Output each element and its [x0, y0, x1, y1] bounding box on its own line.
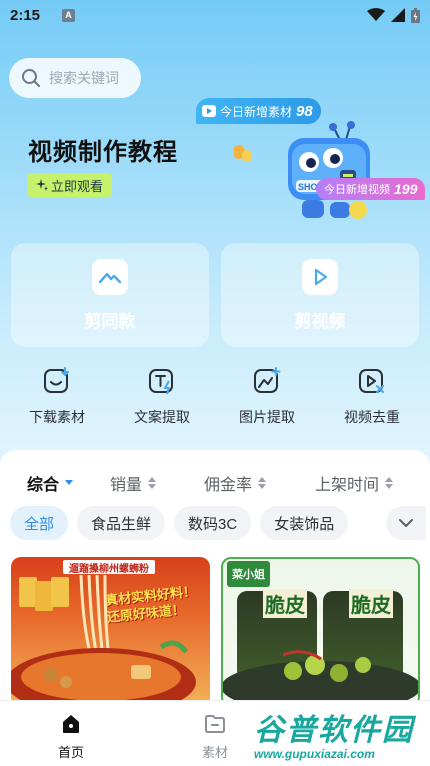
materials-label: 今日新增素材: [220, 104, 293, 119]
tool-label: 下载素材: [29, 409, 85, 425]
notification-icon: A: [62, 8, 76, 22]
text-extract-icon: [149, 369, 173, 395]
chip-all[interactable]: 全部: [10, 506, 69, 540]
sort-label: 销量: [110, 477, 143, 494]
sort-updown-icon: [148, 477, 157, 489]
status-bar: 2:15 A: [0, 0, 430, 30]
product-image-noodles: [11, 574, 196, 707]
video-badge-icon: [202, 105, 216, 117]
search-bar[interactable]: [9, 58, 141, 98]
tool-video-dedupe[interactable]: 视频去重: [327, 367, 417, 427]
robot-mascot-illustration: SHOW: [234, 121, 370, 219]
sort-updown-icon: [258, 477, 267, 489]
watermark-url: www.gupuxiazai.com: [254, 747, 375, 761]
status-time: 2:15: [10, 6, 41, 24]
folder-icon: [205, 715, 225, 733]
battery-icon: [411, 7, 420, 23]
mountain-icon: [92, 258, 128, 295]
chip-food-fresh[interactable]: 食品生鲜: [77, 506, 166, 540]
sort-label: 上架时间: [315, 477, 380, 494]
product-card-noodles[interactable]: 遛蹓搡柳州螺蛳粉 真材实料好料！还原好味道！: [11, 557, 210, 707]
chip-digital-3c[interactable]: 数码3C: [174, 506, 252, 540]
image-extract-icon: [254, 367, 281, 393]
wifi-icon: [367, 8, 385, 21]
tool-text-extract[interactable]: 文案提取: [117, 367, 207, 427]
product-label-left: 脆皮: [263, 589, 307, 618]
sort-label: 综合: [27, 477, 60, 494]
videos-label: 今日新增视频: [324, 184, 390, 196]
home-icon: [63, 715, 79, 733]
tool-label: 视频去重: [344, 409, 400, 425]
nav-home[interactable]: 首页: [36, 713, 106, 761]
nav-label: 素材: [201, 745, 228, 760]
tool-label: 文案提取: [134, 409, 190, 425]
nav-materials[interactable]: 素材: [180, 713, 250, 761]
chip-womens-accessories[interactable]: 女装饰品: [260, 506, 349, 540]
category-chips: 全部 食品生鲜 数码3C 女装饰品: [10, 506, 349, 540]
videos-count: 199: [394, 181, 418, 197]
search-icon: [22, 69, 40, 87]
videos-count-tag: 今日新增视频 199: [316, 178, 426, 200]
watch-now-label: 立即观看: [51, 178, 104, 194]
sort-commission-rate[interactable]: 佣金率: [204, 468, 267, 498]
nav-label: 首页: [57, 745, 84, 760]
watch-now-button[interactable]: 立即观看: [27, 173, 113, 197]
sort-comprehensive[interactable]: 综合: [27, 468, 74, 498]
sort-label: 佣金率: [204, 477, 253, 494]
search-input[interactable]: [49, 70, 133, 86]
expand-categories-button[interactable]: [386, 506, 426, 540]
watermark-main: 谷普软件园: [254, 714, 414, 747]
play-icon: [302, 258, 338, 295]
sort-listing-time[interactable]: 上架时间: [315, 468, 394, 498]
site-watermark: 谷普软件园 www.gupuxiazai.com: [254, 700, 430, 766]
signal-icon: [391, 8, 405, 22]
tool-label: 图片提取: [239, 409, 295, 425]
card-label: 剪视频: [294, 311, 346, 331]
product-brand: 菜小姐: [227, 561, 270, 587]
sort-bar: 综合 销量 佣金率 上架时间: [0, 468, 430, 498]
card-same-style[interactable]: 剪同款: [11, 243, 209, 347]
materials-count-tag: 今日新增素材 98: [196, 98, 321, 124]
sort-updown-icon: [385, 477, 394, 489]
card-edit-video[interactable]: 剪视频: [221, 243, 419, 347]
product-card-pickles[interactable]: 菜小姐 脆皮 脆皮: [221, 557, 420, 707]
product-label-right: 脆皮: [349, 589, 393, 618]
tool-image-extract[interactable]: 图片提取: [222, 367, 312, 427]
banner-title: 视频制作教程: [28, 139, 178, 166]
video-dedupe-icon: [359, 369, 384, 393]
caret-down-icon: [65, 480, 74, 485]
tool-download-materials[interactable]: 下载素材: [12, 367, 102, 427]
sort-sales[interactable]: 销量: [110, 468, 157, 498]
sparkle-icon: [36, 179, 48, 191]
materials-count: 98: [296, 102, 313, 120]
download-smile-icon: [44, 367, 69, 393]
card-label: 剪同款: [84, 311, 136, 331]
chevron-down-icon: [399, 519, 413, 527]
